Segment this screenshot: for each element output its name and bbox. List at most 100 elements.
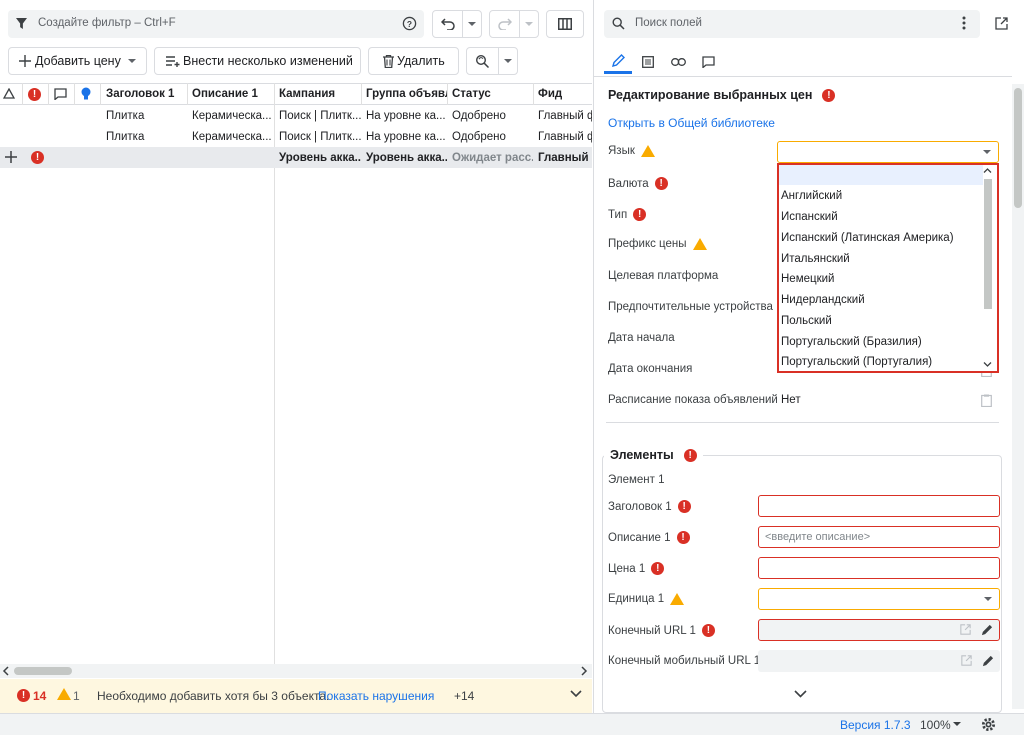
desc1-input[interactable]: <введите описание>	[758, 526, 1000, 548]
table-cell[interactable]: Одобрено	[447, 105, 533, 126]
expand-more-icon[interactable]	[794, 690, 807, 698]
language-option[interactable]: Португальский (Португалия)	[781, 352, 981, 372]
plus-icon[interactable]	[5, 151, 17, 163]
language-option[interactable]: Польский	[781, 311, 981, 331]
columns-button[interactable]	[546, 10, 584, 38]
field-search-input[interactable]: Поиск полей	[604, 10, 980, 38]
warning-icon[interactable]	[57, 688, 71, 700]
chevron-down-icon[interactable]	[122, 59, 142, 63]
price1-input[interactable]	[758, 557, 1000, 579]
unit1-select[interactable]	[758, 588, 1000, 610]
tab-edit[interactable]	[604, 50, 632, 74]
table-cell[interactable]: Поиск | Плитк...	[274, 126, 361, 147]
chevron-down-icon[interactable]	[520, 11, 538, 37]
dropdown-scrollbar[interactable]	[982, 167, 993, 369]
table-cell[interactable]: Ожидает расс...	[447, 147, 533, 168]
table-row[interactable]: Плитка Керамическа... Поиск | Плитк... Н…	[0, 126, 592, 147]
chevron-left-icon[interactable]	[2, 666, 10, 676]
sort-triangle-icon[interactable]	[3, 88, 15, 99]
tab-details[interactable]	[634, 50, 662, 74]
table-cell[interactable]: На уровне ка...	[361, 126, 447, 147]
ad-schedule-value[interactable]: Нет	[781, 394, 801, 406]
clipboard-icon[interactable]	[981, 394, 992, 407]
language-option[interactable]: Испанский	[781, 207, 981, 227]
table-cell[interactable]: На уровне ка...	[361, 105, 447, 126]
open-external-icon[interactable]	[995, 17, 1008, 30]
language-option[interactable]: Нидерландский	[781, 290, 981, 310]
column-header-title1[interactable]: Заголовок 1	[101, 84, 187, 104]
settings-gear-icon[interactable]	[981, 717, 996, 732]
version-link[interactable]: Версия 1.7.3	[840, 718, 911, 732]
lightbulb-icon[interactable]	[81, 87, 91, 101]
table-cell[interactable]: Плитка	[101, 126, 187, 147]
table-row[interactable]: Плитка Керамическа... Поиск | Плитк... Н…	[0, 105, 592, 126]
chevron-down-icon[interactable]	[953, 722, 961, 726]
ad-schedule-label: Расписание показа объявлений	[608, 394, 778, 406]
column-header-desc1[interactable]: Описание 1	[187, 84, 274, 104]
table-cell[interactable]: Поиск | Плитк...	[274, 105, 361, 126]
table-cell[interactable]: Главный ф	[533, 126, 592, 147]
language-dropdown[interactable]: Английский Испанский Испанский (Латинска…	[777, 163, 999, 373]
dropdown-scrollbar-thumb[interactable]	[984, 179, 992, 309]
comment-icon[interactable]	[54, 88, 67, 100]
chevron-down-icon[interactable]	[570, 690, 582, 698]
open-external-icon[interactable]	[961, 655, 972, 666]
vertical-scrollbar[interactable]	[1012, 84, 1024, 709]
show-violations-link[interactable]: Показать нарушения	[318, 689, 434, 703]
search-replace-icon	[467, 48, 498, 74]
language-option[interactable]: Немецкий	[781, 269, 981, 289]
header1-label: Заголовок 1 !	[608, 500, 691, 513]
table-cell[interactable]: Одобрено	[447, 126, 533, 147]
help-icon[interactable]: ?	[402, 16, 417, 31]
chevron-down-icon[interactable]	[499, 48, 517, 74]
error-icon[interactable]: !	[28, 88, 41, 101]
undo-button[interactable]	[432, 10, 482, 38]
redo-button[interactable]	[489, 10, 539, 38]
warning-count[interactable]: 1	[73, 689, 80, 703]
language-select[interactable]	[777, 141, 999, 163]
column-header-adgroup[interactable]: Группа объявл...	[361, 84, 447, 104]
bulk-edit-label: Внести несколько изменений	[183, 54, 353, 68]
final-url-input[interactable]	[758, 619, 1000, 641]
search-replace-button[interactable]	[466, 47, 518, 75]
column-header-campaign[interactable]: Кампания	[274, 84, 361, 104]
chevron-right-icon[interactable]	[580, 666, 588, 676]
filter-input[interactable]: Создайте фильтр – Ctrl+F ?	[8, 10, 424, 38]
open-library-link[interactable]: Открыть в Общей библиотеке	[608, 116, 775, 130]
table-cell[interactable]: Уровень акка...	[274, 147, 361, 168]
table-cell[interactable]: Уровень акка...	[361, 147, 447, 168]
pencil-icon[interactable]	[982, 655, 994, 667]
table-cell[interactable]: Главный ф	[533, 147, 592, 168]
header1-input[interactable]	[758, 495, 1000, 517]
add-price-button[interactable]: Добавить цену	[8, 47, 147, 75]
table-cell[interactable]: Керамическа...	[187, 105, 274, 126]
delete-button[interactable]: Удалить	[368, 47, 459, 75]
tab-links[interactable]	[664, 50, 692, 74]
dropdown-empty-option[interactable]	[779, 165, 983, 185]
language-option[interactable]: Португальский (Бразилия)	[781, 332, 981, 352]
scrollbar-thumb[interactable]	[1014, 88, 1022, 208]
table-cell[interactable]: Плитка	[101, 105, 187, 126]
language-option[interactable]: Итальянский	[781, 249, 981, 269]
final-mobile-url-input[interactable]	[758, 650, 1000, 672]
summary-row[interactable]: ! Уровень акка... Уровень акка... Ожидае…	[0, 147, 592, 168]
chevron-down-icon[interactable]	[983, 361, 992, 368]
open-external-icon[interactable]	[960, 624, 971, 635]
column-header-feed[interactable]: Фид	[533, 84, 592, 104]
chevron-up-icon[interactable]	[983, 167, 992, 174]
more-vert-icon[interactable]	[962, 16, 966, 30]
bulk-edit-button[interactable]: Внести несколько изменений	[154, 47, 361, 75]
language-option[interactable]: Английский	[781, 186, 981, 206]
pencil-icon[interactable]	[981, 624, 993, 636]
error-icon[interactable]: !	[17, 689, 30, 702]
language-option[interactable]: Испанский (Латинская Америка)	[781, 228, 981, 248]
table-cell[interactable]: Керамическа...	[187, 126, 274, 147]
table-cell[interactable]: Главный ф	[533, 105, 592, 126]
horizontal-scrollbar[interactable]	[0, 664, 592, 678]
zoom-level[interactable]: 100%	[920, 718, 951, 732]
scrollbar-thumb[interactable]	[14, 667, 72, 675]
error-count[interactable]: 14	[33, 689, 46, 703]
column-header-status[interactable]: Статус	[447, 84, 533, 104]
chevron-down-icon[interactable]	[463, 11, 481, 37]
tab-comments[interactable]	[694, 50, 722, 74]
